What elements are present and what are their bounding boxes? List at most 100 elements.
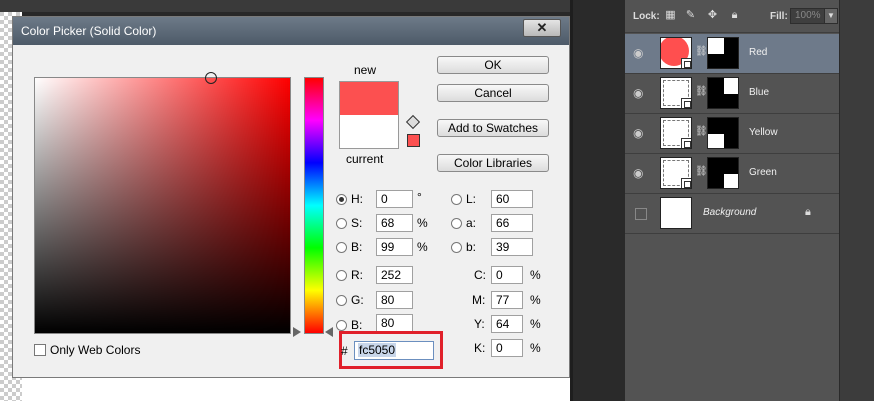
layer-mask-thumbnail[interactable]: [707, 157, 739, 189]
layer-name[interactable]: Blue: [749, 87, 769, 98]
only-web-colors-label: Only Web Colors: [50, 343, 141, 357]
dialog-titlebar[interactable]: Color Picker (Solid Color) ✕: [13, 17, 569, 45]
lab-a-field[interactable]: 66: [491, 214, 533, 232]
saturation-radio[interactable]: [336, 218, 347, 229]
layer-name[interactable]: Yellow: [749, 127, 778, 138]
hue-field[interactable]: 0: [376, 190, 413, 208]
layers-scrollbar[interactable]: [839, 0, 874, 401]
layer-row-yellow[interactable]: ◉ ⛓ Yellow: [625, 114, 839, 154]
yellow-unit: %: [530, 317, 541, 331]
lock-transparent-pixels-icon[interactable]: ▦: [665, 10, 676, 21]
smart-object-badge-icon: [681, 98, 691, 108]
eye-icon[interactable]: ◉: [633, 87, 647, 99]
lock-image-pixels-icon[interactable]: ✎: [685, 10, 696, 21]
yellow-label: Y:: [474, 317, 485, 331]
hex-label: #: [341, 344, 348, 358]
black-field[interactable]: 0: [491, 339, 523, 357]
lock-position-icon[interactable]: ✥: [707, 10, 718, 21]
saturation-unit: %: [417, 216, 428, 230]
hue-label: H:: [351, 192, 363, 206]
layer-thumbnail: [660, 197, 692, 229]
layer-mask-thumbnail[interactable]: [707, 117, 739, 149]
lab-b-label: b:: [466, 240, 477, 254]
cyan-field[interactable]: 0: [491, 266, 523, 284]
layer-row-red[interactable]: ◉ ⛓ Red: [625, 34, 839, 74]
visibility-toggle[interactable]: [635, 208, 647, 220]
saturation-label: S:: [351, 216, 363, 230]
magenta-field[interactable]: 77: [491, 291, 523, 309]
layer-mask-thumbnail[interactable]: [707, 77, 739, 109]
eye-icon[interactable]: ◉: [633, 47, 647, 59]
color-picker-dialog: Color Picker (Solid Color) ✕ new current…: [12, 16, 570, 378]
web-safe-color-swatch[interactable]: [407, 134, 420, 147]
brightness-radio[interactable]: [336, 242, 347, 253]
ok-button[interactable]: OK: [437, 56, 549, 74]
layer-mask-thumbnail[interactable]: [707, 37, 739, 69]
fill-dropdown-icon[interactable]: ▼: [824, 8, 838, 24]
red-field[interactable]: 252: [376, 266, 413, 284]
link-chain-icon[interactable]: ⛓: [695, 46, 708, 57]
layer-name[interactable]: Background: [703, 207, 756, 218]
color-selection-marker[interactable]: [205, 72, 217, 84]
lab-b-radio[interactable]: [451, 242, 462, 253]
lab-l-field[interactable]: 60: [491, 190, 533, 208]
layer-thumbnail: [660, 77, 692, 109]
new-color-label: new: [354, 63, 377, 77]
hue-slider-handle-right[interactable]: [325, 327, 333, 337]
new-color-swatch: [339, 81, 399, 115]
close-button[interactable]: ✕: [523, 19, 561, 37]
layer-row-background[interactable]: Background 🔒︎: [625, 194, 839, 234]
add-to-swatches-button[interactable]: Add to Swatches: [437, 119, 549, 137]
saturation-brightness-field[interactable]: [34, 72, 291, 334]
hue-unit: °: [417, 190, 422, 204]
link-chain-icon[interactable]: ⛓: [695, 86, 708, 97]
color-libraries-button[interactable]: Color Libraries: [437, 154, 549, 172]
brightness-label: B:: [351, 240, 363, 254]
layer-name[interactable]: Red: [749, 47, 767, 58]
layers-panel: Lock: ▦ ✎ ✥ 🔒︎ Fill: 100% ▼ ◉ ⛓ Red ◉ ⛓ …: [625, 0, 874, 401]
hex-field[interactable]: fc5050: [354, 341, 434, 360]
saturation-field[interactable]: 68: [376, 214, 413, 232]
smart-object-badge-icon: [681, 58, 691, 68]
magenta-label: M:: [472, 293, 486, 307]
layer-name[interactable]: Green: [749, 167, 777, 178]
fill-label: Fill:: [770, 11, 788, 22]
out-of-gamut-cube-icon[interactable]: [405, 114, 421, 130]
link-chain-icon[interactable]: ⛓: [695, 126, 708, 137]
cyan-unit: %: [530, 268, 541, 282]
lab-b-field[interactable]: 39: [491, 238, 533, 256]
lock-label: Lock:: [633, 11, 660, 22]
blue-field[interactable]: 80: [376, 314, 413, 332]
blue-radio[interactable]: [336, 320, 347, 331]
green-field[interactable]: 80: [376, 291, 413, 309]
brightness-field[interactable]: 99: [376, 238, 413, 256]
red-radio[interactable]: [336, 270, 347, 281]
layers-lock-bar: Lock: ▦ ✎ ✥ 🔒︎ Fill: 100% ▼: [625, 0, 839, 33]
lock-all-icon[interactable]: 🔒︎: [729, 10, 740, 21]
magenta-unit: %: [530, 293, 541, 307]
lab-a-radio[interactable]: [451, 218, 462, 229]
hue-slider[interactable]: [304, 77, 324, 334]
lab-a-label: a:: [466, 216, 477, 230]
layer-thumbnail: [660, 37, 692, 69]
only-web-colors-checkbox[interactable]: [34, 344, 46, 356]
green-radio[interactable]: [336, 295, 347, 306]
link-chain-icon[interactable]: ⛓: [695, 166, 708, 177]
layer-row-green[interactable]: ◉ ⛓ Green: [625, 154, 839, 194]
panel-divider: [570, 0, 573, 401]
lab-l-label: L:: [466, 192, 477, 206]
panel-gap: [570, 0, 625, 401]
current-color-swatch[interactable]: [339, 115, 399, 149]
hue-radio[interactable]: [336, 194, 347, 205]
black-label: K:: [474, 341, 486, 355]
eye-icon[interactable]: ◉: [633, 167, 647, 179]
layer-row-blue[interactable]: ◉ ⛓ Blue: [625, 74, 839, 114]
canvas-top-strip: [0, 0, 570, 12]
dialog-title: Color Picker (Solid Color): [21, 24, 157, 38]
eye-icon[interactable]: ◉: [633, 127, 647, 139]
yellow-field[interactable]: 64: [491, 315, 523, 333]
lab-l-radio[interactable]: [451, 194, 462, 205]
current-color-label: current: [346, 152, 384, 166]
hue-slider-handle-left[interactable]: [293, 327, 301, 337]
cancel-button[interactable]: Cancel: [437, 84, 549, 102]
